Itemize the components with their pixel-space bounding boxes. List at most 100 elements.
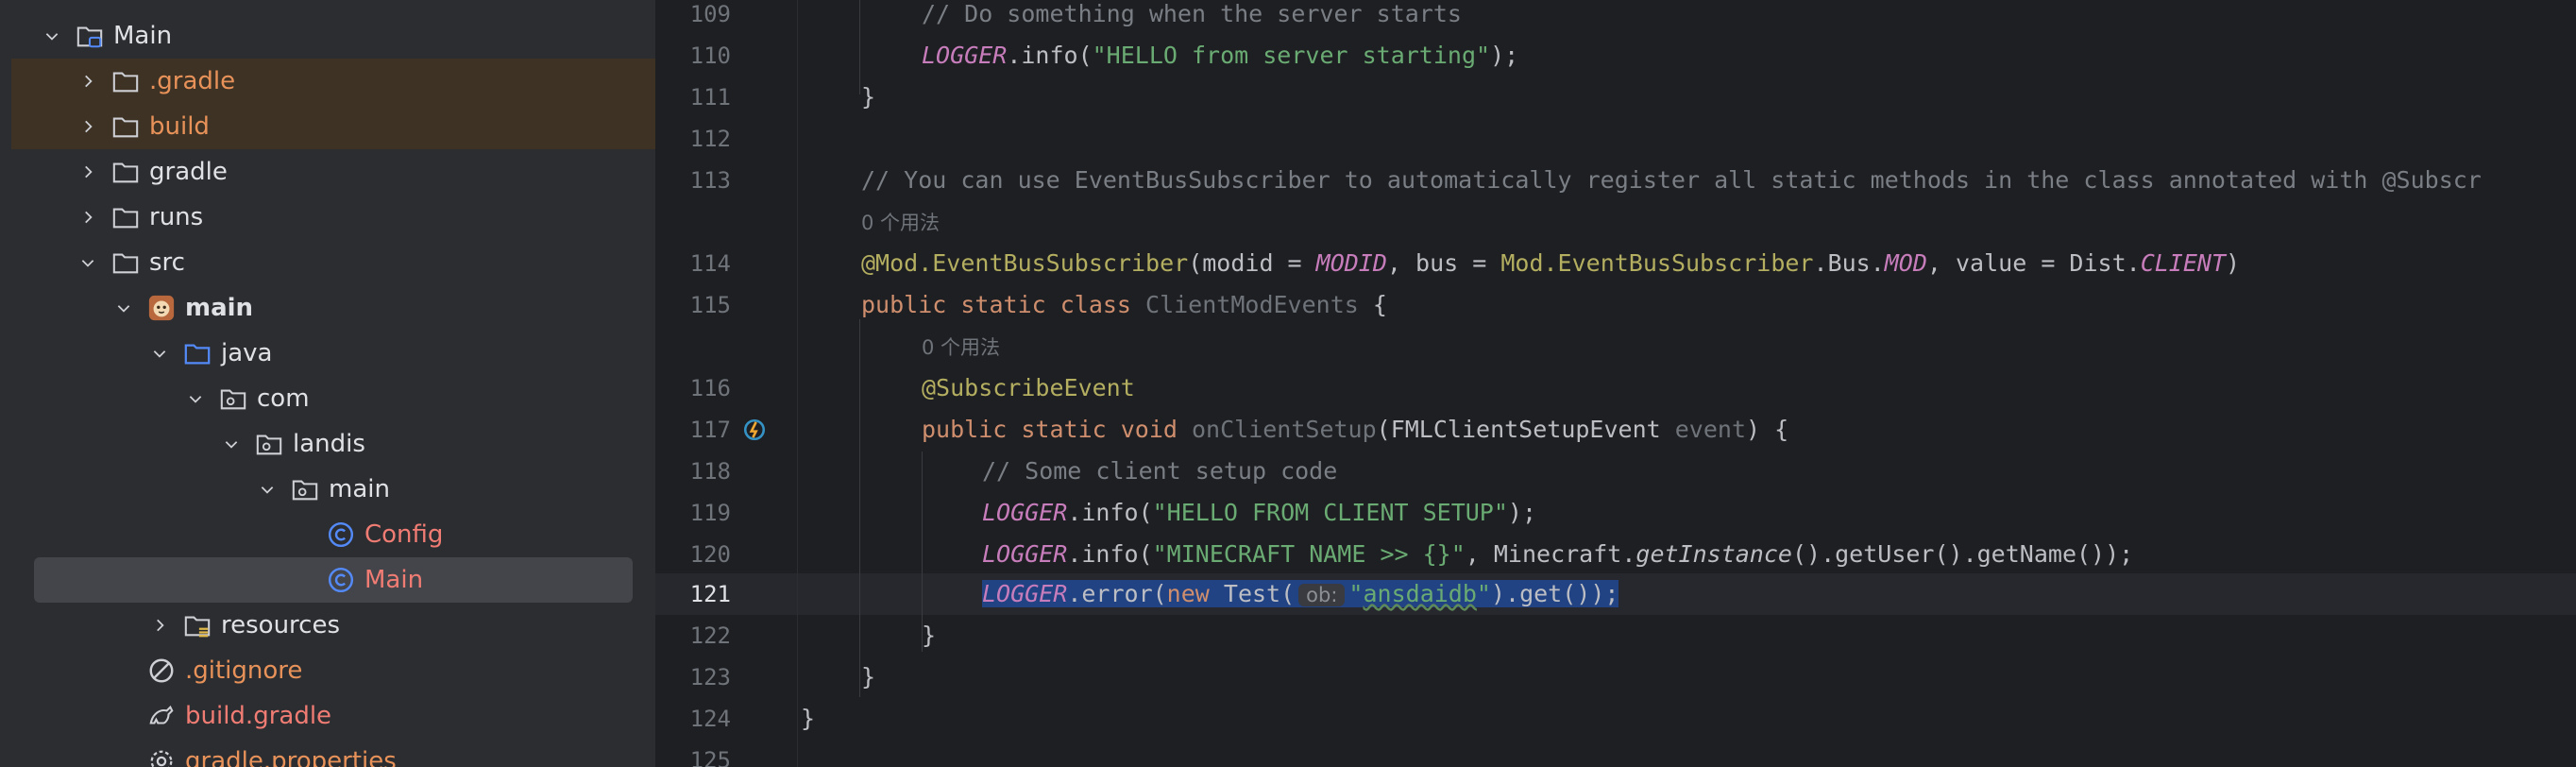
tree-item-com[interactable]: com [11, 376, 655, 421]
tree-item-landis[interactable]: landis [11, 421, 655, 467]
code-method-static: getInstance [1635, 540, 1792, 568]
line-number[interactable]: 119 [655, 492, 731, 534]
code-line-123[interactable]: } [861, 656, 875, 698]
tree-item-main[interactable]: main [11, 285, 655, 331]
chevron-right-icon[interactable] [76, 160, 100, 184]
tree-item-gitignore[interactable]: .gitignore [11, 648, 655, 693]
code-line-117[interactable]: public static void onClientSetup(FMLClie… [922, 409, 1788, 451]
code-string: "MINECRAFT NAME >> {}" [1152, 540, 1466, 568]
tree-item-gradle-properties[interactable]: gradle.properties [11, 739, 655, 767]
line-number[interactable]: 121 [655, 573, 731, 615]
tree-item-label: runs [149, 203, 204, 231]
code-editor[interactable]: 109 110 111 112 113 114 115 116 117 118 119 120 121 1… [655, 0, 2576, 767]
line-number[interactable]: 123 [655, 656, 731, 698]
code-line-122[interactable]: } [922, 615, 936, 656]
code-line-109[interactable]: // Do something when the server starts [922, 0, 1462, 35]
resources-folder-icon [183, 611, 212, 639]
gear-icon [147, 747, 176, 767]
tree-item-label: main [185, 294, 254, 322]
source-folder-icon [183, 339, 212, 367]
code-line-121[interactable]: LOGGER.error(new Test(ob: "ansdaidb").get… [982, 573, 1619, 615]
line-number[interactable]: 125 [655, 740, 731, 767]
code-line-111[interactable]: } [861, 77, 875, 118]
code-token: ) [2226, 249, 2241, 277]
tree-item-label: gradle [149, 158, 228, 186]
chevron-down-icon[interactable] [111, 296, 136, 320]
code-token: .Bus. [1813, 249, 1885, 277]
class-icon [327, 566, 355, 594]
chevron-right-icon[interactable] [76, 69, 100, 94]
line-number[interactable]: 118 [655, 451, 731, 492]
chevron-down-icon[interactable] [255, 477, 280, 502]
code-line-113[interactable]: // You can use EventBusSubscriber to aut… [861, 160, 2482, 201]
code-token: ); [1507, 499, 1537, 526]
line-number[interactable]: 115 [655, 284, 731, 326]
tree-item-main[interactable]: main [11, 467, 655, 512]
code-token-logger: LOGGER [982, 580, 1068, 607]
chevron-down-icon[interactable] [219, 432, 244, 456]
line-number[interactable]: 114 [655, 243, 731, 284]
code-comment: // Some client setup code [982, 457, 1338, 485]
usage-hint[interactable]: 0 个用法 [922, 326, 1000, 367]
line-number[interactable]: 117 [655, 409, 731, 451]
tree-item-build[interactable]: build [11, 104, 655, 149]
tree-item-label: build [149, 112, 210, 141]
tree-item-runs[interactable]: runs [11, 195, 655, 240]
code-line-124[interactable]: } [801, 698, 815, 740]
line-number[interactable]: 120 [655, 534, 731, 575]
tree-item-gradle[interactable]: .gradle [11, 59, 655, 104]
code-line-115[interactable]: public static class ClientModEvents { [861, 284, 1387, 326]
code-line-120[interactable]: LOGGER.info("MINECRAFT NAME >> {}", Mine… [982, 534, 2133, 575]
tree-item-label: src [149, 248, 185, 277]
code-line-119[interactable]: LOGGER.info("HELLO FROM CLIENT SETUP"); [982, 492, 1536, 534]
typo-underlined-string: ansdaidb [1363, 580, 1477, 607]
line-number[interactable]: 124 [655, 698, 731, 740]
line-number[interactable]: 111 [655, 77, 731, 118]
line-number[interactable]: 113 [655, 160, 731, 201]
selected-code[interactable]: LOGGER.error(new Test(ob: "ansdaidb").get… [982, 580, 1619, 607]
chevron-down-icon[interactable] [183, 386, 208, 411]
chevron-right-icon[interactable] [76, 114, 100, 139]
package-icon [255, 430, 283, 458]
tree-item-src[interactable]: src [11, 240, 655, 285]
line-number[interactable]: 112 [655, 118, 731, 160]
code-comment: // You can use EventBusSubscriber to aut… [861, 166, 2482, 194]
tree-item-main[interactable]: Main [11, 13, 655, 59]
code-keyword: public static void [922, 416, 1192, 443]
usage-hint-label: 0 个用法 [922, 336, 1001, 359]
line-number[interactable]: 110 [655, 35, 731, 77]
tree-item-resources[interactable]: resources [11, 603, 655, 648]
tree-item-label: .gitignore [185, 656, 303, 685]
ignore-file-icon [147, 656, 176, 685]
tree-item-build-gradle[interactable]: build.gradle [11, 693, 655, 739]
tree-item-main[interactable]: Main [34, 557, 633, 603]
code-token-logger: LOGGER [982, 540, 1068, 568]
tree-item-config[interactable]: Config [11, 512, 655, 557]
code-token: , value = Dist. [1926, 249, 2141, 277]
code-string: " [1476, 580, 1491, 607]
code-line-116[interactable]: @SubscribeEvent [922, 367, 1135, 409]
chevron-down-icon[interactable] [147, 341, 172, 366]
code-token: (FMLClientSetupEvent [1376, 416, 1675, 443]
chevron-right-icon[interactable] [76, 205, 100, 230]
usage-hint[interactable]: 0 个用法 [861, 201, 940, 243]
line-number-gutter: 109 110 111 112 113 114 115 116 117 118 119 120 121 1… [655, 0, 797, 767]
line-number[interactable]: 109 [655, 0, 731, 35]
chevron-right-icon[interactable] [147, 613, 172, 638]
line-number[interactable]: 122 [655, 615, 731, 656]
tree-item-label: Main [364, 566, 424, 594]
code-keyword: public static class [861, 291, 1146, 318]
package-icon [291, 475, 319, 503]
chevron-down-icon[interactable] [40, 24, 64, 48]
tree-item-gradle[interactable]: gradle [11, 149, 655, 195]
line-number[interactable]: 116 [655, 367, 731, 409]
code-line-110[interactable]: LOGGER.info("HELLO from server starting"… [922, 35, 1518, 77]
tree-item-label: java [221, 339, 273, 367]
run-gutter-icon[interactable] [742, 418, 767, 442]
tree-item-java[interactable]: java [11, 331, 655, 376]
code-token: { [1358, 291, 1387, 318]
code-token: (modid = [1188, 249, 1316, 277]
chevron-down-icon[interactable] [76, 250, 100, 275]
code-line-118[interactable]: // Some client setup code [982, 451, 1337, 492]
code-line-114[interactable]: @Mod.EventBusSubscriber(modid = MODID, b… [861, 243, 2240, 284]
